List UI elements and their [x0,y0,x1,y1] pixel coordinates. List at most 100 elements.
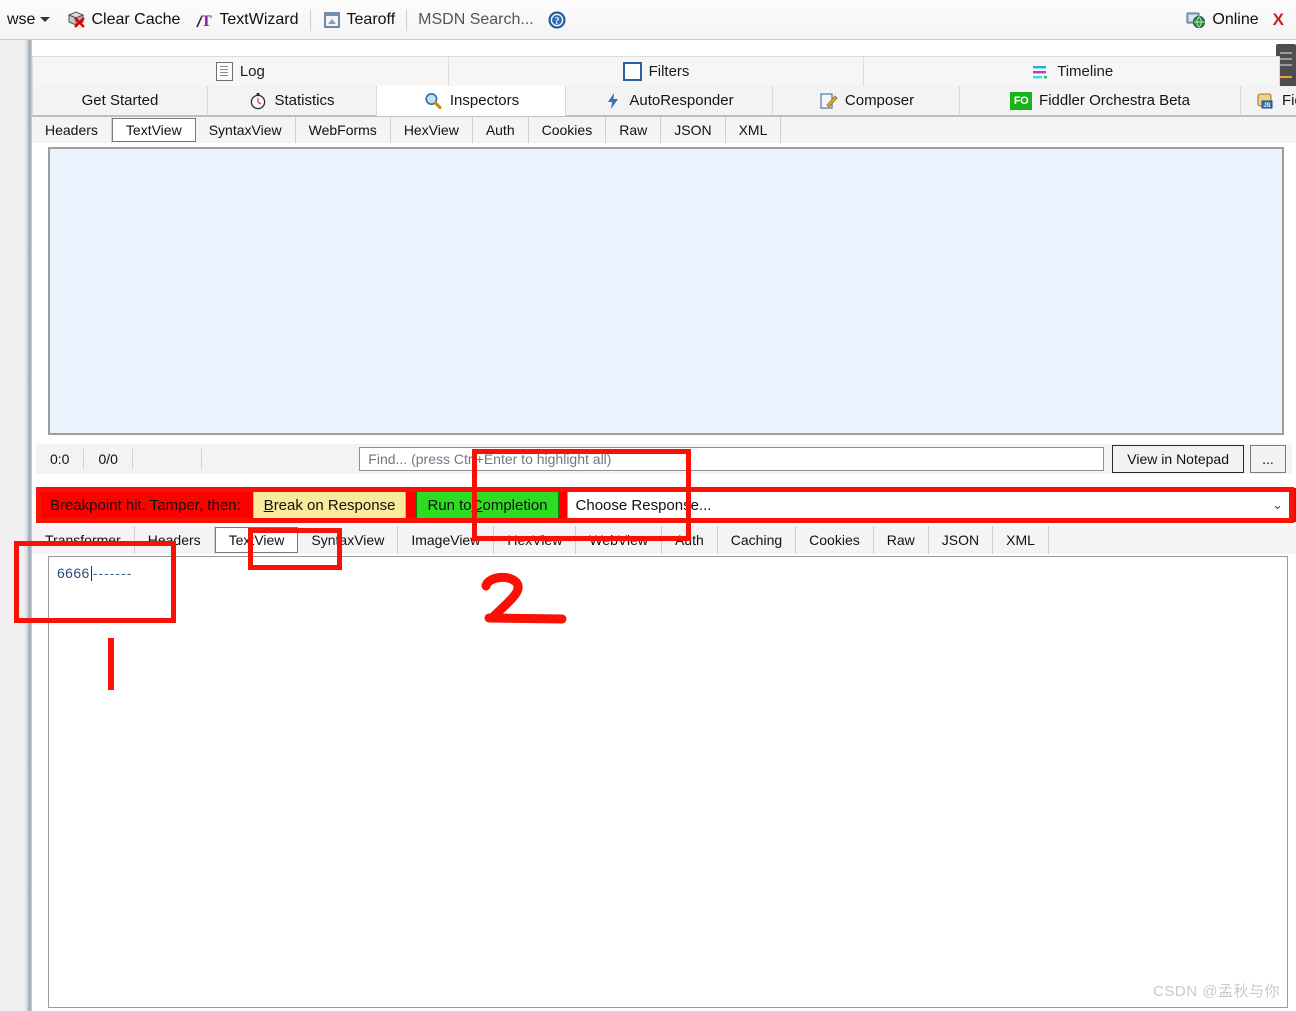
caret-position-indicator: 0:0 [36,449,85,469]
top-tab-log[interactable]: Log [32,56,449,86]
tearoff-label: Tearoff [346,10,396,28]
toolbar-msdn-search-input[interactable]: MSDN Search... [411,5,541,35]
tab-fiddlerscript[interactable]: JS FiddlerScript [1241,86,1296,116]
tab-get-started[interactable]: Get Started [32,86,208,116]
close-icon: X [1272,9,1284,29]
request-tab-webforms[interactable]: WebForms [295,117,391,143]
tab-statistics[interactable]: Statistics [208,86,377,116]
tab-fiddler-orchestra[interactable]: FO Fiddler Orchestra Beta [960,86,1241,116]
request-tab-cookies[interactable]: Cookies [528,117,607,143]
toolbar-browse-button[interactable]: wse [0,5,59,35]
break-on-response-button[interactable]: Break on Response [252,491,407,519]
run-to-completion-button[interactable]: Run to Completion [416,491,559,519]
fo-icon: FO [1010,91,1033,110]
stopwatch-icon [249,92,267,110]
top-tab-filters[interactable]: Filters [448,56,865,86]
request-body-textarea[interactable] [48,147,1284,435]
close-button[interactable]: X [1266,5,1296,35]
response-tab-xml[interactable]: XML [993,526,1049,554]
top-tabstrip: Log Filters Timeline [32,56,1281,86]
response-tab-webview[interactable]: WebView [576,526,662,554]
tab-fiddler-orchestra-label: Fiddler Orchestra Beta [1039,92,1190,109]
response-tab-caching[interactable]: Caching [717,526,797,554]
response-panel-splitter[interactable] [22,556,32,1011]
top-tab-timeline[interactable]: Timeline [864,56,1281,86]
toolbar-textwizard-button[interactable]: T TextWizard [187,5,305,35]
checkbox-icon[interactable] [622,62,642,81]
main-tabstrip: Get Started Statistics Inspectors AutoRe… [32,86,1296,117]
response-tab-raw[interactable]: Raw [873,526,929,554]
choose-response-dropdown[interactable]: Choose Response... ⌄ [566,491,1294,519]
svg-text:JS: JS [1263,103,1270,109]
request-tab-textview[interactable]: TextView [111,118,196,142]
response-body-textarea[interactable]: 6666 ------- [48,556,1288,1008]
response-tab-textview[interactable]: TextView [214,527,299,553]
response-tab-transformer[interactable]: Transformer [32,526,135,554]
request-tab-headers-label: Headers [45,122,98,138]
response-tab-syntaxview-label: SyntaxView [311,532,385,548]
findbar-gap [133,449,202,469]
breakpoint-bar: Breakpoint hit. Tamper, then: Break on R… [36,488,1296,522]
response-tab-hexview-label: HexView [507,532,563,548]
tab-composer[interactable]: Composer [773,86,960,116]
view-in-notepad-label: View in Notepad [1127,451,1229,467]
watermark: CSDN @孟秋与你 [1153,983,1280,1000]
request-tab-xml[interactable]: XML [725,117,782,143]
request-tab-headers[interactable]: Headers [32,117,112,143]
request-tab-raw[interactable]: Raw [606,117,662,143]
response-tab-hexview[interactable]: HexView [494,526,577,554]
request-tab-webforms-label: WebForms [308,122,377,138]
response-tab-headers[interactable]: Headers [134,526,215,554]
tab-fiddlerscript-label: FiddlerScript [1282,92,1296,109]
response-tab-headers-label: Headers [147,532,201,548]
tab-autoresponder[interactable]: AutoResponder [566,86,773,116]
request-tab-json[interactable]: JSON [661,117,726,143]
svg-text:?: ? [554,16,559,27]
chevron-down-icon[interactable] [40,17,51,22]
toolbar-clear-cache-button[interactable]: Clear Cache [59,5,187,35]
find-input[interactable]: Find... (press Ctrl+Enter to highlight a… [359,447,1105,471]
clear-cache-label: Clear Cache [91,10,181,28]
response-body-value: 6666 [57,565,90,581]
breakpoint-message: Breakpoint hit. Tamper, then: [36,497,253,514]
response-tab-imageview[interactable]: ImageView [398,526,495,554]
find-input-placeholder: Find... (press Ctrl+Enter to highlight a… [368,451,612,467]
response-tab-auth[interactable]: Auth [661,526,718,554]
toolbar-online-button[interactable]: Online [1178,5,1265,35]
response-tab-syntaxview[interactable]: SyntaxView [298,526,399,554]
response-tabstrip-filler [1048,526,1296,554]
request-tab-textview-label: TextView [125,122,182,138]
response-tab-cookies[interactable]: Cookies [796,526,874,554]
textwizard-label: TextWizard [219,10,299,28]
online-label: Online [1212,10,1259,28]
magnifier-icon [423,91,443,111]
toolbar-tearoff-button[interactable]: Tearoff [315,5,403,35]
browse-label: wse [7,10,36,28]
request-inspector-tabstrip: Headers TextView SyntaxView WebForms Hex… [32,117,1296,143]
more-options-button[interactable]: ... [1250,445,1286,473]
tab-statistics-label: Statistics [274,92,335,109]
request-tab-syntaxview[interactable]: SyntaxView [195,117,296,143]
response-tab-xml-label: XML [1006,532,1035,548]
tab-inspectors[interactable]: Inspectors [377,86,566,116]
msdn-search-label: MSDN Search... [418,10,534,28]
chevron-down-icon[interactable]: ⌄ [1272,497,1283,513]
match-count-value: 0/0 [98,451,118,467]
request-tab-auth[interactable]: Auth [472,117,529,143]
caret-position-value: 0:0 [50,451,70,467]
view-in-notepad-button[interactable]: View in Notepad [1112,445,1244,473]
tab-inspectors-label: Inspectors [449,92,520,109]
fiddler-window: wse Clear Cache T TextWizard Tearoff MSD… [0,0,1296,1011]
response-tab-webview-label: WebView [589,532,648,548]
main-toolbar: wse Clear Cache T TextWizard Tearoff MSD… [0,0,1296,40]
response-tab-transformer-label: Transformer [45,532,121,548]
online-globe-icon [1185,10,1207,30]
svg-text:T: T [201,13,212,30]
response-tab-json-label: JSON [941,532,980,548]
request-tab-hexview[interactable]: HexView [390,117,473,143]
textwizard-icon: T [194,10,214,30]
response-tab-json[interactable]: JSON [928,526,994,554]
toolbar-help-button[interactable]: ? [541,5,573,35]
pencil-icon [818,91,838,111]
response-body-line: 6666 ------- [57,565,132,581]
